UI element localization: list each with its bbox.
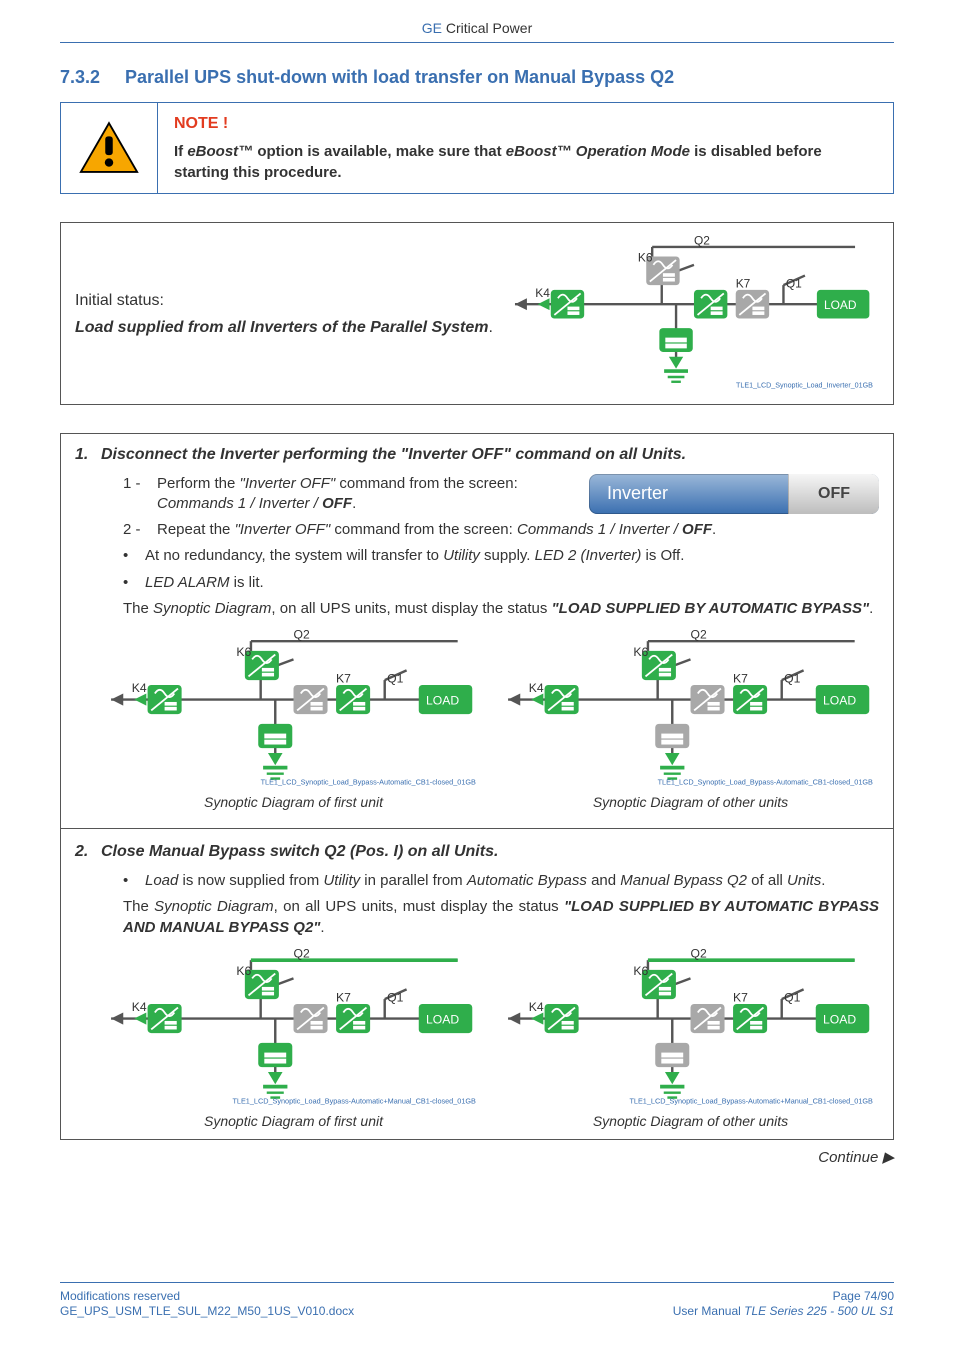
svg-text:LOAD: LOAD	[823, 693, 856, 707]
footer-page: Page 74/90	[673, 1289, 894, 1305]
step-1-bullet-2: LED ALARM is lit.	[123, 573, 879, 593]
svg-text:K4: K4	[529, 1000, 544, 1014]
svg-text:K7: K7	[336, 672, 351, 686]
svg-text:LOAD: LOAD	[824, 298, 857, 312]
svg-text:K4: K4	[132, 1000, 147, 1014]
svg-text:K7: K7	[736, 277, 751, 291]
step-1-status-text: The Synoptic Diagram, on all UPS units, …	[123, 599, 879, 619]
step-1-bullet-1: At no redundancy, the system will transf…	[123, 546, 879, 566]
svg-text:Q1: Q1	[786, 277, 802, 291]
svg-text:K6: K6	[236, 964, 251, 978]
step-1-diagram-first: Q2 K6 K4 K7 Q1 LOAD TLE1_LCD_Synoptic_Lo…	[105, 629, 482, 810]
svg-text:TLE1_LCD_Synoptic_Load_Inverte: TLE1_LCD_Synoptic_Load_Inverter_01GB	[736, 382, 873, 390]
page-footer: Modifications reserved GE_UPS_USM_TLE_SU…	[60, 1282, 894, 1320]
svg-text:LOAD: LOAD	[426, 1012, 459, 1026]
step-2-bullet-1: Load is now supplied from Utility in par…	[123, 871, 879, 891]
procedure-panel: 1.Disconnect the Inverter performing the…	[60, 433, 894, 1140]
product-line: Critical Power	[446, 20, 532, 36]
step-2-diagram-first: Q2 K6 K4 K7 Q1 LOAD TLE1_LCD_Synoptic_Lo…	[105, 948, 482, 1129]
section-title: Parallel UPS shut-down with load transfe…	[125, 67, 674, 87]
step-1-heading: 1.Disconnect the Inverter performing the…	[75, 446, 879, 464]
initial-status-panel: Initial status: Load supplied from all I…	[60, 222, 894, 404]
svg-text:K4: K4	[535, 286, 550, 300]
svg-text:K6: K6	[638, 251, 653, 265]
svg-text:Q2: Q2	[691, 948, 707, 961]
svg-text:K4: K4	[132, 681, 147, 695]
inverter-label: Inverter	[589, 474, 788, 514]
svg-text:Q2: Q2	[691, 629, 707, 642]
footer-filename: GE_UPS_USM_TLE_SUL_M22_M50_1US_V010.docx	[60, 1304, 354, 1320]
svg-text:K7: K7	[336, 990, 351, 1004]
svg-text:Q2: Q2	[294, 629, 310, 642]
svg-text:K6: K6	[236, 645, 251, 659]
svg-text:Q1: Q1	[387, 672, 403, 686]
note-box: NOTE ! If eBoost™ option is available, m…	[60, 102, 894, 194]
footer-manual: User Manual TLE Series 225 - 500 UL S1	[673, 1304, 894, 1320]
svg-text:Q2: Q2	[694, 235, 710, 248]
svg-text:K7: K7	[733, 672, 748, 686]
continue-indicator: Continue ▶	[60, 1148, 894, 1166]
note-title: NOTE !	[174, 113, 877, 135]
svg-text:K6: K6	[633, 645, 648, 659]
section-number: 7.3.2	[60, 67, 120, 88]
svg-text:Q1: Q1	[784, 990, 800, 1004]
svg-text:TLE1_LCD_Synoptic_Load_Bypass-: TLE1_LCD_Synoptic_Load_Bypass-Automatic+…	[232, 1097, 476, 1106]
step-1-diagram-other: Q2 K6 K4 K7 Q1 LOAD TLE1_LCD_Synoptic_Lo…	[502, 629, 879, 810]
svg-text:TLE1_LCD_Synoptic_Load_Bypass-: TLE1_LCD_Synoptic_Load_Bypass-Automatic_…	[658, 778, 873, 787]
svg-text:K4: K4	[529, 681, 544, 695]
svg-text:LOAD: LOAD	[823, 1012, 856, 1026]
synoptic-diagram-initial: Q2 K6 K4 K7 Q1 LOAD TLE1_LCD_Synoptic_Lo…	[509, 235, 879, 393]
svg-text:Q1: Q1	[784, 672, 800, 686]
page-header: GE Critical Power	[60, 20, 894, 43]
svg-text:K7: K7	[733, 990, 748, 1004]
initial-label: Initial status:	[75, 290, 493, 312]
inverter-off-button[interactable]: OFF	[788, 474, 879, 514]
brand: GE	[422, 20, 442, 36]
inverter-off-control: Inverter OFF	[589, 474, 879, 514]
warning-icon	[61, 103, 158, 193]
svg-text:Q1: Q1	[387, 990, 403, 1004]
step-1-sub-1: 1 - Perform the "Inverter OFF" command f…	[123, 474, 569, 515]
svg-text:K6: K6	[633, 964, 648, 978]
step-2-diagram-other: Q2 K6 K4 K7 Q1 LOAD TLE1_LCD_Synoptic_Lo…	[502, 948, 879, 1129]
footer-modifications: Modifications reserved	[60, 1289, 354, 1305]
step-2-status-text: The Synoptic Diagram, on all UPS units, …	[123, 897, 879, 938]
note-body: If eBoost™ option is available, make sur…	[174, 141, 877, 183]
step-2-heading: 2.Close Manual Bypass switch Q2 (Pos. I)…	[75, 843, 879, 861]
svg-text:Q2: Q2	[294, 948, 310, 961]
svg-text:TLE1_LCD_Synoptic_Load_Bypass-: TLE1_LCD_Synoptic_Load_Bypass-Automatic_…	[261, 778, 476, 787]
svg-text:LOAD: LOAD	[426, 693, 459, 707]
svg-text:TLE1_LCD_Synoptic_Load_Bypass-: TLE1_LCD_Synoptic_Load_Bypass-Automatic+…	[629, 1097, 873, 1106]
initial-text: Load supplied from all Inverters of the …	[75, 319, 488, 336]
step-1-sub-2: 2 - Repeat the "Inverter OFF" command fr…	[123, 520, 879, 540]
section-heading: 7.3.2 Parallel UPS shut-down with load t…	[60, 67, 894, 88]
